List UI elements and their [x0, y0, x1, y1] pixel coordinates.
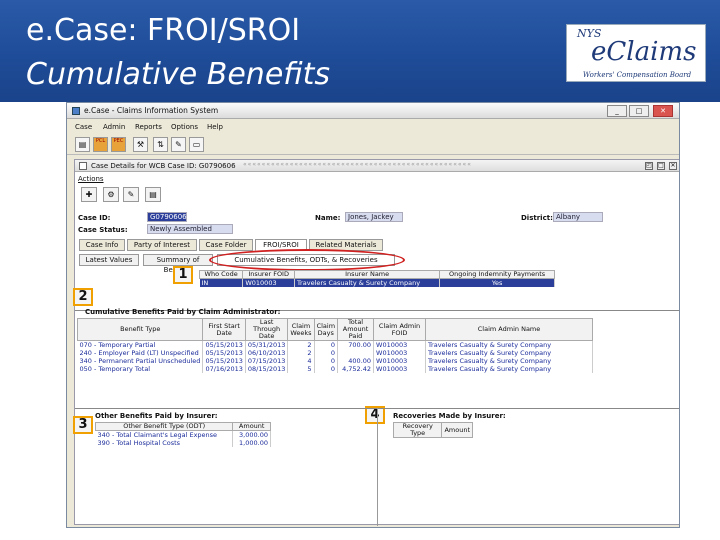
print-icon[interactable]: ▤	[75, 137, 90, 152]
highlight-circle	[209, 249, 405, 271]
insurer-header-name: Insurer Name	[294, 270, 441, 279]
slide-header: e.Case: FROI/SROI Cumulative Benefits NY…	[0, 0, 720, 102]
district-field: Albany	[553, 212, 603, 222]
menu-admin[interactable]: Admin	[103, 123, 125, 131]
callout-3: 3	[73, 416, 93, 434]
tab-case-info[interactable]: Case Info	[79, 239, 125, 251]
case-id-label: Case ID:	[78, 214, 111, 222]
table-row[interactable]: 050 - Temporary Total 07/16/2013 08/15/201…	[77, 365, 593, 373]
table-row[interactable]: 340 - Permanent Partial Unscheduled 05/15…	[77, 357, 593, 365]
insurer-header-who: Who Code	[198, 270, 244, 279]
actions-label[interactable]: Actions	[78, 175, 104, 183]
name-field: Jones, Jackey	[345, 212, 403, 222]
menu-reports[interactable]: Reports	[135, 123, 162, 131]
menu-case[interactable]: Case	[75, 123, 92, 131]
panel-header: Case Details for WCB Case ID: G0790606 «…	[75, 160, 679, 172]
case-status-field: Newly Assembled	[147, 224, 233, 234]
recoveries-title: Recoveries Made by Insurer:	[393, 412, 506, 420]
window-titlebar: e.Case - Claims Information System _ □ ✕	[67, 103, 679, 119]
action-add-icon[interactable]: ✚	[81, 187, 97, 202]
logo-brand: eClaims	[591, 37, 697, 67]
table-row[interactable]: 340 - Total Claimant's Legal Expense 3,0…	[95, 430, 271, 439]
logo-tagline: Workers' Compensation Board	[582, 71, 692, 79]
other-benefits-table: Other Benefit Type (ODT) Amount 340 - To…	[94, 422, 271, 447]
district-label: District:	[521, 214, 553, 222]
action-print-icon[interactable]: ▤	[145, 187, 161, 202]
slide-subtitle: Cumulative Benefits	[26, 57, 331, 92]
table-row[interactable]: IN W010003 Travelers Casualty & Surety C…	[199, 278, 555, 287]
callout-2: 2	[73, 288, 93, 306]
name-label: Name:	[315, 214, 341, 222]
minimize-button[interactable]: _	[607, 105, 627, 117]
case-details-panel: Case Details for WCB Case ID: G0790606 «…	[73, 159, 679, 526]
subtab-summary-of-benefits[interactable]: Summary of Benefits	[143, 254, 213, 274]
cumulative-title: Cumulative Benefits Paid by Claim Admini…	[85, 308, 281, 316]
menubar: Case Admin Reports Options Help	[67, 121, 679, 133]
panel-close-icon[interactable]: ✕	[669, 162, 677, 170]
section-divider-vertical	[377, 408, 378, 526]
panel-maximize-icon[interactable]: □	[657, 162, 665, 170]
lock-icon[interactable]: ✎	[171, 137, 186, 152]
maximize-button[interactable]: □	[629, 105, 649, 117]
insurer-header-ongoing: Ongoing Indemnity Payments	[439, 270, 555, 279]
callout-1: 1	[173, 266, 193, 284]
tab-case-folder[interactable]: Case Folder	[199, 239, 253, 251]
document-icon[interactable]: ▭	[189, 137, 204, 152]
pec-button[interactable]: PEC	[111, 137, 126, 152]
other-benefits-title: Other Benefits Paid by Insurer:	[95, 412, 218, 420]
case-id-field[interactable]: G0790606	[147, 212, 187, 222]
table-row[interactable]: 390 - Total Hospital Costs 1,000.00	[95, 439, 271, 447]
recoveries-table: Recovery Type Amount	[392, 422, 473, 438]
eclaims-logo: NYS eClaims Workers' Compensation Board	[566, 24, 706, 82]
panel-restore-icon[interactable]: ◰	[645, 162, 653, 170]
case-status-label: Case Status:	[78, 226, 128, 234]
cumulative-table: Benefit Type First Start Date Last Throu…	[76, 318, 593, 373]
slide-title: e.Case: FROI/SROI	[26, 13, 301, 48]
toolbar: ▤ PCL PEC ⚒ ⇅ ✎ ▭	[67, 135, 679, 155]
table-row[interactable]: 240 - Employer Paid (LT) Unspecified 05/1…	[77, 349, 593, 357]
close-button[interactable]: ✕	[653, 105, 673, 117]
action-gear-icon[interactable]: ⚙	[103, 187, 119, 202]
panel-drag-handle[interactable]: ««««««««««««««««««««««««««««««««««««««««…	[243, 161, 472, 168]
table-row[interactable]: 070 - Temporary Partial 05/15/2013 05/31/2…	[77, 340, 593, 349]
insurer-table: Who Code Insurer FOID Insurer Name Ongoi…	[198, 270, 555, 287]
menu-help[interactable]: Help	[207, 123, 223, 131]
window-title: e.Case - Claims Information System	[84, 106, 219, 115]
app-window: e.Case - Claims Information System _ □ ✕…	[66, 102, 680, 528]
sort-icon[interactable]: ⇅	[153, 137, 168, 152]
panel-checkbox[interactable]	[79, 162, 87, 170]
tab-party-of-interest[interactable]: Party of Interest	[127, 239, 197, 251]
panel-title: Case Details for WCB Case ID: G0790606	[91, 162, 236, 170]
menu-options[interactable]: Options	[171, 123, 198, 131]
app-icon	[72, 107, 80, 115]
insurer-header-foid: Insurer FOID	[242, 270, 296, 279]
gavel-icon[interactable]: ⚒	[133, 137, 148, 152]
subtab-latest-values[interactable]: Latest Values	[79, 254, 139, 266]
pcl-button[interactable]: PCL	[93, 137, 108, 152]
action-edit-icon[interactable]: ✎	[123, 187, 139, 202]
